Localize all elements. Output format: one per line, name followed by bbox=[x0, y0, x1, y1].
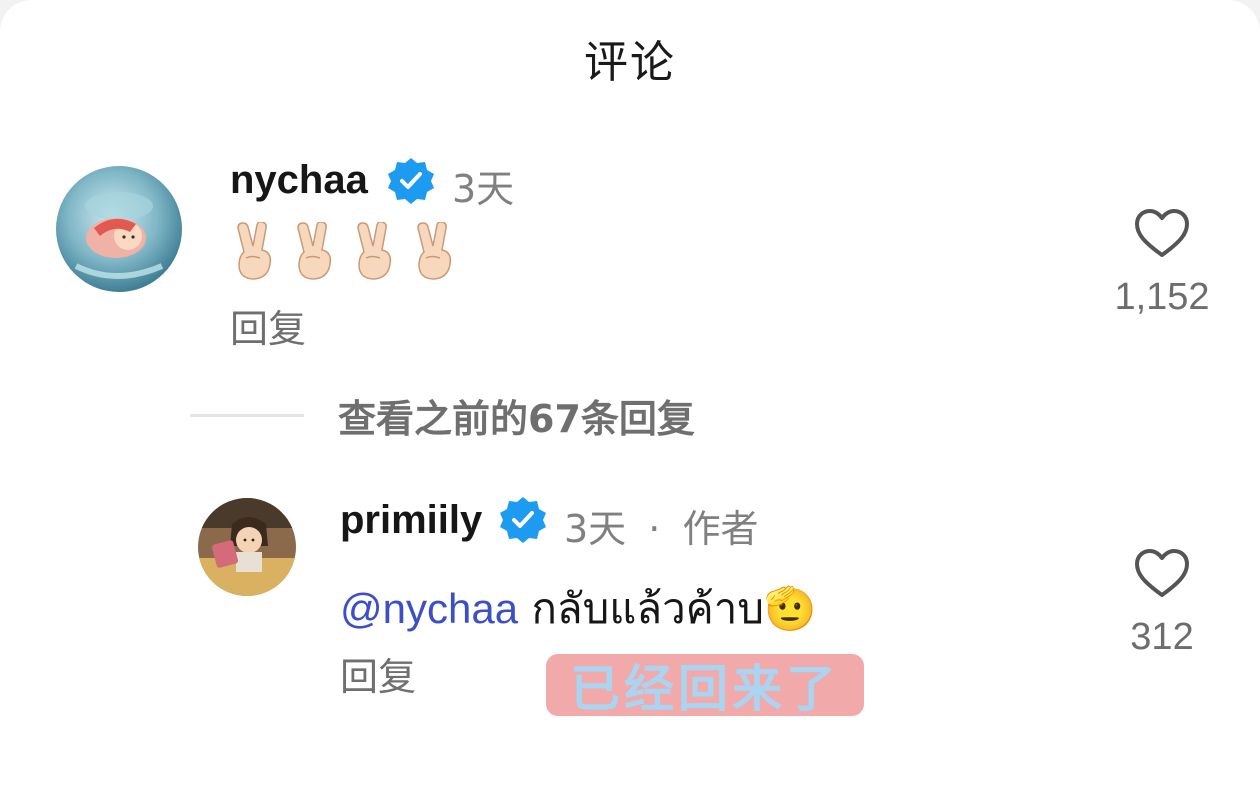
view-replies-label: 查看之前的67条回复 bbox=[338, 396, 695, 441]
verified-badge-icon bbox=[500, 497, 546, 543]
ponyo-avatar-icon bbox=[56, 166, 182, 292]
heart-icon bbox=[1135, 549, 1189, 597]
peace-hand-icon bbox=[357, 222, 392, 280]
peace-hand-icon bbox=[237, 222, 272, 280]
chihiro-avatar-icon bbox=[198, 498, 296, 596]
avatar[interactable] bbox=[56, 166, 182, 292]
translation-sticker: 已经回来了 bbox=[546, 654, 864, 718]
comment-username[interactable]: nychaa bbox=[230, 158, 368, 203]
reply-button[interactable]: 回复 bbox=[230, 298, 306, 353]
reply-button[interactable]: 回复 bbox=[340, 646, 416, 701]
comment-text: ✌🏻✌🏻✌🏻✌🏻 bbox=[232, 222, 472, 280]
like-count: 312 bbox=[1130, 616, 1194, 658]
verified-badge-icon bbox=[388, 158, 434, 204]
heart-icon bbox=[1135, 209, 1189, 257]
view-replies-link[interactable]: 查看之前的67条回复 bbox=[190, 393, 695, 441]
comment-time: 3天 bbox=[452, 167, 515, 211]
meta-separator: · bbox=[648, 507, 661, 551]
reply-username[interactable]: primiily bbox=[340, 498, 482, 543]
peace-hand-icon bbox=[297, 222, 332, 280]
like-button[interactable]: 1,152 bbox=[1092, 208, 1232, 319]
reply-text-content: กลับแล้วค้าบ🫡 bbox=[531, 584, 817, 633]
page-title: 评论 bbox=[584, 37, 676, 88]
reply-text: @nychaa กลับแล้วค้าบ🫡 bbox=[340, 576, 816, 642]
author-tag: 作者 bbox=[682, 507, 759, 551]
reply-time: 3天 bbox=[564, 507, 627, 551]
mention-link[interactable]: @nychaa bbox=[340, 585, 518, 632]
peace-hand-icon bbox=[417, 222, 452, 280]
like-count: 1,152 bbox=[1114, 276, 1210, 318]
avatar[interactable] bbox=[198, 498, 296, 596]
like-button[interactable]: 312 bbox=[1092, 548, 1232, 659]
sticker-text: 已经回来了 bbox=[570, 660, 840, 718]
reply-meta: 3天 · 作者 bbox=[564, 498, 758, 553]
divider bbox=[190, 413, 304, 417]
